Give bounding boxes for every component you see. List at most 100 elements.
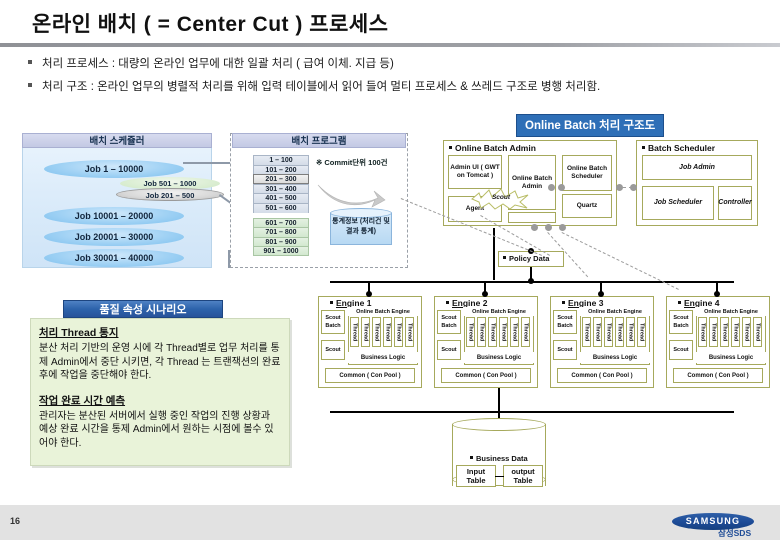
square-bullet-icon bbox=[678, 301, 681, 304]
connector-line bbox=[600, 282, 602, 294]
batch-program-panel-header: 배치 프로그램 bbox=[232, 133, 406, 148]
samsung-sds-label: 삼성SDS bbox=[718, 528, 752, 538]
job-scheduler-cell: Job Scheduler bbox=[642, 186, 714, 220]
output-table-cell: output Table bbox=[503, 465, 543, 487]
scout-cell: Scout bbox=[553, 340, 577, 360]
bus-line-lower bbox=[330, 411, 734, 413]
square-bullet-icon bbox=[330, 301, 333, 304]
online-batch-engine-label: Online Batch Engine bbox=[580, 307, 650, 316]
thread-cell: Thread bbox=[720, 317, 729, 347]
quality-scenario-heading: 작업 완료 시간 예측 bbox=[39, 394, 126, 407]
job-pill-sub-selected: Job 201 – 500 bbox=[116, 188, 224, 201]
quartz-cell: Quartz bbox=[562, 194, 612, 218]
square-bullet-icon bbox=[446, 301, 449, 304]
bullet-text: 처리 구조 : 온라인 업무의 병렬적 처리를 위해 입력 테이블에서 읽어 들… bbox=[42, 81, 601, 93]
bullet-text: 처리 프로세스 : 대량의 온라인 업무에 대한 일괄 처리 ( 급여 이체. … bbox=[42, 58, 394, 70]
square-bullet-icon bbox=[562, 301, 565, 304]
curved-arrow-icon bbox=[317, 184, 386, 208]
online-batch-scheduler-cell: Online Batch Scheduler bbox=[562, 155, 612, 191]
business-logic-label: Business Logic bbox=[580, 352, 650, 363]
connector-node bbox=[559, 224, 566, 231]
thread-cell: Thread bbox=[731, 317, 740, 347]
online-batch-engine-label: Online Batch Engine bbox=[348, 307, 418, 316]
business-logic-label: Business Logic bbox=[464, 352, 534, 363]
thread-cell: Thread bbox=[582, 317, 591, 347]
cylinder-top bbox=[452, 418, 546, 431]
connector-line bbox=[484, 282, 486, 294]
admin-ui-cell: Admin UI ( GWT on Tomcat ) bbox=[448, 155, 502, 189]
label-text: Batch Scheduler bbox=[648, 143, 716, 153]
admin-sub-strip bbox=[508, 212, 556, 223]
quality-scenario-heading: 처리 Thread 통지 bbox=[39, 327, 119, 339]
page-title: 온라인 배치 ( = Center Cut ) 프로세스 bbox=[32, 13, 389, 36]
thread-cell: Thread bbox=[742, 317, 751, 347]
batch-scheduler-title: Batch Scheduler bbox=[642, 143, 715, 153]
scout-burst-label: Scout bbox=[491, 194, 511, 201]
square-bullet-icon bbox=[470, 456, 473, 459]
thread-cell: Thread bbox=[709, 317, 718, 347]
connector-line bbox=[368, 282, 370, 294]
thread-cell: Thread bbox=[615, 317, 624, 347]
thread-cell: Thread bbox=[593, 317, 602, 347]
connector-node bbox=[545, 224, 552, 231]
range-item: 401 – 500 bbox=[253, 193, 309, 203]
job-pill: Job 30001 – 40000 bbox=[44, 249, 184, 267]
title-divider bbox=[0, 43, 780, 47]
connector-node bbox=[558, 184, 565, 191]
connector-node bbox=[531, 224, 538, 231]
common-pool-cell: Common ( Con Pool ) bbox=[325, 368, 415, 383]
label-text: Policy Data bbox=[509, 254, 550, 263]
quality-scenario-box: 처리 Thread 통지 분산 처리 기반의 운영 시에 각 Thread별로 … bbox=[30, 318, 290, 466]
thread-cell: Thread bbox=[510, 317, 519, 347]
range-item: 101 – 200 bbox=[253, 164, 309, 175]
common-pool-cell: Common ( Con Pool ) bbox=[557, 368, 647, 383]
thread-cell: Thread bbox=[753, 317, 762, 347]
thread-cell: Thread bbox=[604, 317, 613, 347]
scout-cell: Scout bbox=[321, 340, 345, 360]
thread-cell: Thread bbox=[637, 317, 646, 347]
bullet-marker-icon bbox=[28, 60, 32, 64]
input-table-cell: Input Table bbox=[456, 465, 496, 487]
thread-cell: Thread bbox=[405, 317, 414, 347]
scout-batch-cell: Scout Batch bbox=[553, 310, 577, 334]
job-pill: Job 10001 – 20000 bbox=[44, 207, 184, 225]
business-data-title: Business Data bbox=[470, 454, 528, 463]
common-pool-cell: Common ( Con Pool ) bbox=[441, 368, 531, 383]
batch-scheduler-panel-header: 배치 스케쥴러 bbox=[22, 133, 212, 148]
thread-cell: Thread bbox=[626, 317, 635, 347]
square-bullet-icon bbox=[449, 146, 452, 149]
policy-data-title: Policy Data bbox=[503, 254, 549, 263]
section-badge-online-batch: Online Batch 처리 구조도 bbox=[516, 114, 665, 137]
range-item: 601 – 700 bbox=[253, 217, 309, 228]
connector-line bbox=[716, 282, 718, 294]
range-item-selected: 201 – 300 bbox=[253, 174, 309, 184]
footer-bar bbox=[0, 505, 780, 540]
quality-scenario-body: 분산 처리 기반의 운영 시에 각 Thread별로 업무 처리를 통제 Adm… bbox=[39, 343, 281, 381]
range-item: 1 – 100 bbox=[253, 155, 309, 165]
online-batch-engine-label: Online Batch Engine bbox=[464, 307, 534, 316]
thread-cell: Thread bbox=[372, 317, 381, 347]
connector-line bbox=[228, 250, 230, 268]
thread-cell: Thread bbox=[477, 317, 486, 347]
job-pill: Job 20001 – 30000 bbox=[44, 228, 184, 246]
controller-cell: Controller bbox=[718, 186, 752, 220]
job-pill: Job 1 – 10000 bbox=[44, 160, 184, 178]
range-item: 701 – 800 bbox=[253, 227, 309, 237]
square-bullet-icon bbox=[503, 256, 506, 259]
label-text: Online Batch Admin bbox=[455, 143, 536, 153]
square-bullet-icon bbox=[642, 146, 645, 149]
thread-cell: Thread bbox=[350, 317, 359, 347]
connector-line bbox=[498, 388, 500, 412]
connector-node bbox=[528, 278, 534, 284]
thread-cell: Thread bbox=[394, 317, 403, 347]
range-item: 501 – 600 bbox=[253, 202, 309, 213]
range-list: 1 – 100 101 – 200 201 – 300 301 – 400 40… bbox=[253, 155, 309, 256]
commit-note: ※ Commit단위 100건 bbox=[316, 158, 388, 167]
business-logic-label: Business Logic bbox=[348, 352, 418, 363]
label-text: Business Data bbox=[476, 454, 528, 463]
statistics-cylinder-label: 통계정보 (처리건 및 결과 통계) bbox=[332, 218, 390, 235]
common-pool-cell: Common ( Con Pool ) bbox=[673, 368, 763, 383]
connector-node bbox=[548, 184, 555, 191]
connector-node bbox=[616, 184, 623, 191]
page-number: 16 bbox=[10, 516, 21, 526]
